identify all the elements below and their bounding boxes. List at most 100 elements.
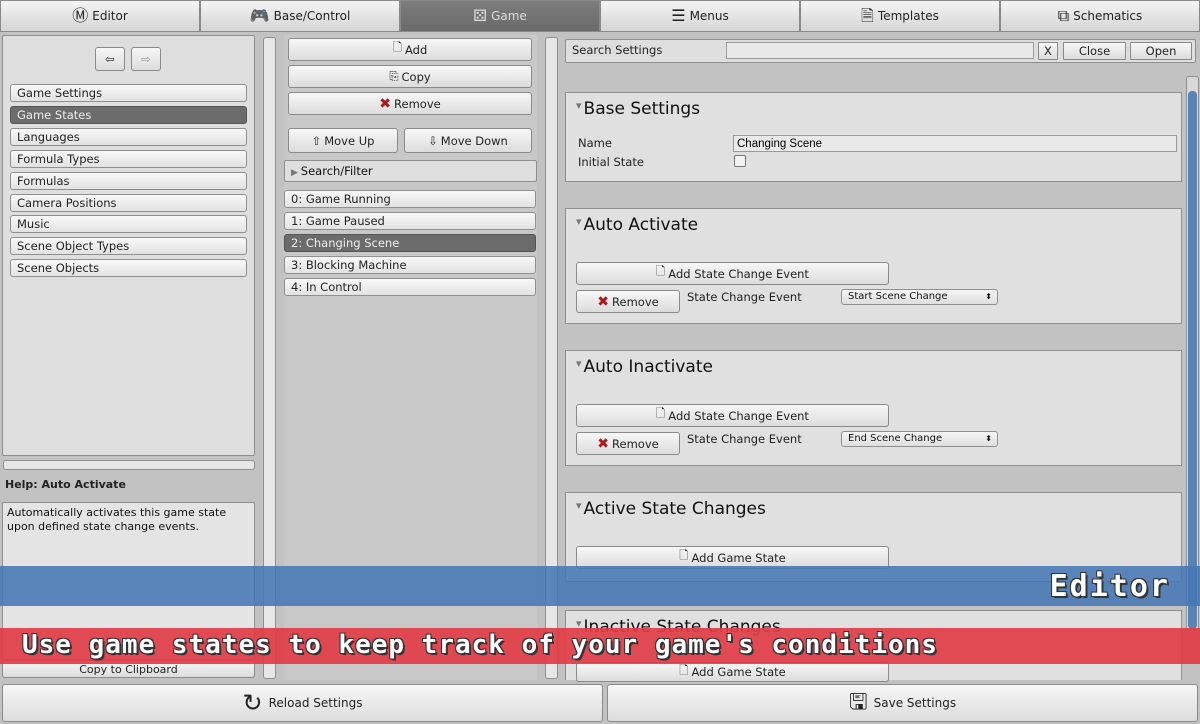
close-button[interactable]: Close bbox=[1063, 42, 1126, 60]
add-file-icon: 🗋 bbox=[656, 406, 666, 420]
tab-game[interactable]: ⚄ Game bbox=[400, 0, 600, 32]
state-change-event-select[interactable]: End Scene Change ⬍ bbox=[841, 431, 998, 447]
add-label: Add Game State bbox=[691, 665, 786, 679]
add-file-icon: 🗋 bbox=[679, 548, 689, 562]
copy-button[interactable]: ⎘ Copy bbox=[288, 65, 532, 88]
add-game-state-button[interactable]: 🗋 Add Game State bbox=[576, 662, 889, 682]
remove-label: Remove bbox=[612, 436, 659, 451]
arrow-left-icon: ⇦ bbox=[105, 52, 115, 66]
overlay-section-title: Editor bbox=[1049, 569, 1170, 604]
name-field[interactable] bbox=[733, 135, 1177, 152]
state-change-event-select[interactable]: Start Scene Change ⬍ bbox=[841, 289, 998, 305]
copy-label: Copy to Clipboard bbox=[79, 662, 178, 676]
sidebar-h-scrollbar[interactable] bbox=[3, 460, 255, 470]
add-file-icon: 🗋 bbox=[392, 40, 402, 54]
reload-icon: ↻ bbox=[242, 689, 263, 717]
copy-label: Copy bbox=[401, 69, 431, 84]
overlay-section-banner: Editor bbox=[0, 566, 1200, 606]
sidebar-item[interactable]: Formula Types bbox=[10, 149, 247, 168]
active-state-changes-title: Active State Changes bbox=[576, 499, 766, 519]
forward-button[interactable]: ⇨ bbox=[131, 47, 161, 71]
remove-event-button[interactable]: ✖ Remove bbox=[576, 290, 680, 313]
reload-settings-button[interactable]: ↻ Reload Settings bbox=[2, 684, 603, 722]
arrow-up-icon: ⇧ bbox=[311, 133, 322, 148]
name-label: Name bbox=[578, 136, 612, 150]
gamepad-icon: 🎮 bbox=[249, 6, 270, 25]
state-change-event-label: State Change Event bbox=[687, 290, 802, 304]
tab-label: Templates bbox=[877, 9, 939, 23]
search-filter-label: Search/Filter bbox=[300, 164, 373, 178]
add-state-change-event-button[interactable]: 🗋 Add State Change Event bbox=[576, 404, 889, 427]
tab-schematics[interactable]: ⧉ Schematics bbox=[1000, 0, 1200, 32]
move-up-label: Move Up bbox=[324, 133, 375, 148]
list-item[interactable]: 0: Game Running bbox=[284, 190, 536, 208]
select-arrows-icon: ⬍ bbox=[985, 434, 992, 443]
tab-templates[interactable]: 🗎 Templates bbox=[800, 0, 1000, 32]
add-button[interactable]: 🗋 Add bbox=[288, 38, 532, 61]
remove-x-icon: ✖ bbox=[597, 293, 610, 310]
reload-label: Reload Settings bbox=[268, 696, 363, 710]
remove-event-button[interactable]: ✖ Remove bbox=[576, 432, 680, 455]
help-title: Help: Auto Activate bbox=[5, 478, 126, 491]
add-state-change-event-button[interactable]: 🗋 Add State Change Event bbox=[576, 262, 889, 285]
state-change-event-label: State Change Event bbox=[687, 432, 802, 446]
editor-logo-icon: Ⓜ bbox=[72, 6, 89, 25]
add-label: Add Game State bbox=[691, 550, 786, 565]
search-settings-input[interactable] bbox=[726, 42, 1034, 59]
triangle-right-icon: ▶ bbox=[291, 168, 301, 178]
add-label: Add State Change Event bbox=[668, 408, 809, 423]
list-item[interactable]: 3: Blocking Machine bbox=[284, 256, 536, 274]
search-filter-foldout[interactable]: ▶ Search/Filter bbox=[284, 160, 537, 182]
auto-activate-section: Auto Activate 🗋Add State Change Event ✖R… bbox=[565, 208, 1182, 324]
save-settings-button[interactable]: 🖫 Save Settings bbox=[607, 684, 1198, 722]
tab-label: Game bbox=[491, 9, 527, 23]
sidebar-item[interactable]: Game States bbox=[10, 105, 247, 124]
list-item[interactable]: 1: Game Paused bbox=[284, 212, 536, 230]
sidebar-item[interactable]: Formulas bbox=[10, 171, 247, 190]
tab-menus[interactable]: ☰ Menus bbox=[600, 0, 800, 32]
menu-icon: ☰ bbox=[671, 6, 686, 25]
save-disk-icon: 🖫 bbox=[848, 690, 868, 715]
remove-x-icon: ✖ bbox=[597, 435, 610, 452]
sidebar-item[interactable]: Languages bbox=[10, 127, 247, 146]
move-down-label: Move Down bbox=[440, 133, 508, 148]
save-label: Save Settings bbox=[873, 696, 957, 710]
remove-x-icon: ✖ bbox=[379, 95, 392, 112]
remove-button[interactable]: ✖ Remove bbox=[288, 92, 532, 115]
dice-icon: ⚄ bbox=[473, 6, 488, 25]
overlay-caption-banner: Use game states to keep track of your ga… bbox=[0, 628, 1200, 664]
document-icon: 🗎 bbox=[861, 6, 874, 25]
auto-activate-title: Auto Activate bbox=[576, 215, 699, 235]
add-label: Add State Change Event bbox=[668, 266, 809, 281]
select-value: End Scene Change bbox=[848, 433, 943, 444]
open-label: Open bbox=[1145, 44, 1177, 58]
sidebar-item[interactable]: Camera Positions bbox=[10, 193, 247, 212]
remove-label: Remove bbox=[612, 294, 659, 309]
list-item[interactable]: 4: In Control bbox=[284, 278, 536, 296]
tab-base-control[interactable]: 🎮 Base/Control bbox=[200, 0, 400, 32]
scrollbar-thumb[interactable] bbox=[1188, 91, 1197, 629]
select-value: Start Scene Change bbox=[848, 291, 948, 302]
move-up-button[interactable]: ⇧ Move Up bbox=[288, 128, 398, 153]
tab-editor[interactable]: Ⓜ Editor bbox=[0, 0, 200, 32]
auto-inactivate-section: Auto Inactivate 🗋Add State Change Event … bbox=[565, 350, 1182, 466]
open-button[interactable]: Open bbox=[1130, 42, 1192, 60]
sidebar-item[interactable]: Game Settings bbox=[10, 84, 247, 102]
sidebar-item[interactable]: Scene Object Types bbox=[10, 237, 247, 256]
sidebar-item[interactable]: Scene Objects bbox=[10, 259, 247, 278]
list-item[interactable]: 2: Changing Scene bbox=[284, 234, 536, 252]
select-arrows-icon: ⬍ bbox=[985, 292, 992, 301]
clear-search-button[interactable]: X bbox=[1038, 42, 1058, 60]
clear-label: X bbox=[1044, 44, 1052, 58]
back-button[interactable]: ⇦ bbox=[95, 47, 125, 71]
settings-scrollbar[interactable] bbox=[1186, 76, 1199, 630]
sidebar-item[interactable]: Music bbox=[10, 215, 247, 234]
search-settings-label: Search Settings bbox=[572, 43, 663, 57]
arrow-down-icon: ⇩ bbox=[428, 133, 438, 148]
auto-inactivate-title: Auto Inactivate bbox=[576, 357, 713, 377]
remove-label: Remove bbox=[394, 96, 441, 111]
initial-state-checkbox[interactable] bbox=[734, 155, 746, 167]
move-down-button[interactable]: ⇩ Move Down bbox=[404, 128, 532, 153]
arrow-right-icon: ⇨ bbox=[141, 52, 151, 66]
tab-label: Schematics bbox=[1073, 9, 1143, 23]
